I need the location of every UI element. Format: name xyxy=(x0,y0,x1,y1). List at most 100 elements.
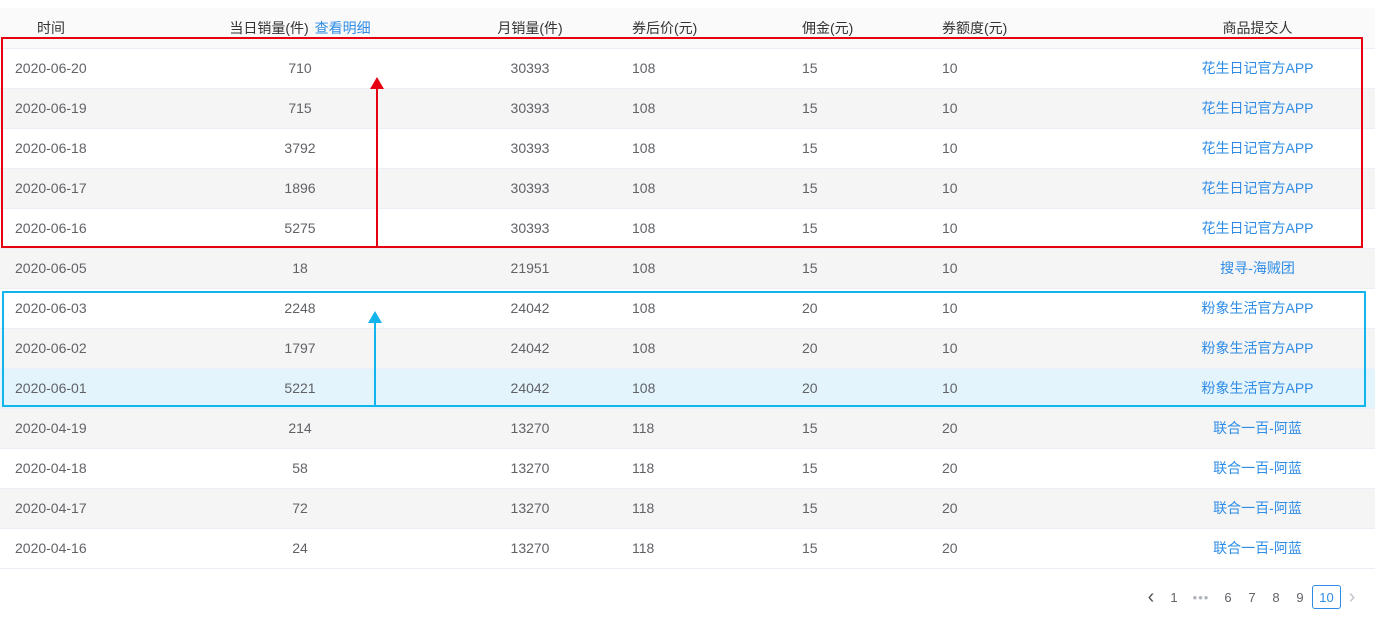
cell-date: 2020-04-18 xyxy=(0,448,170,489)
pagination: ‹ 1 ••• 6 7 8 9 10 › xyxy=(1140,585,1363,609)
cell-date: 2020-06-18 xyxy=(0,128,170,169)
cell-price: 118 xyxy=(630,488,800,529)
cell-daily-sales: 3792 xyxy=(170,128,430,169)
page-1[interactable]: 1 xyxy=(1162,585,1186,609)
cell-price: 118 xyxy=(630,528,800,569)
submitter-link[interactable]: 花生日记官方APP xyxy=(1201,60,1313,76)
cell-price: 108 xyxy=(630,88,800,129)
cell-coupon: 10 xyxy=(940,88,1140,129)
submitter-link[interactable]: 搜寻-海贼团 xyxy=(1220,260,1295,276)
cell-monthly-sales: 30393 xyxy=(430,88,630,129)
cell-date: 2020-04-19 xyxy=(0,408,170,449)
cell-date: 2020-06-05 xyxy=(0,248,170,289)
page-9[interactable]: 9 xyxy=(1288,585,1312,609)
submitter-link[interactable]: 粉象生活官方APP xyxy=(1201,380,1313,396)
cell-submitter: 花生日记官方APP xyxy=(1140,168,1375,209)
submitter-link[interactable]: 粉象生活官方APP xyxy=(1201,300,1313,316)
cell-monthly-sales: 30393 xyxy=(430,168,630,209)
cell-monthly-sales: 13270 xyxy=(430,408,630,449)
submitter-link[interactable]: 联合一百-阿蓝 xyxy=(1213,540,1302,556)
cell-price: 108 xyxy=(630,48,800,89)
cell-daily-sales: 715 xyxy=(170,88,430,129)
header-monthly-sales: 月销量(件) xyxy=(430,8,630,49)
cell-coupon: 10 xyxy=(940,288,1140,329)
table-row: 2020-06-03 2248 24042 108 20 10 粉象生活官方APP xyxy=(0,288,1375,329)
submitter-link[interactable]: 花生日记官方APP xyxy=(1201,180,1313,196)
cell-daily-sales: 58 xyxy=(170,448,430,489)
header-daily-sales: 当日销量(件) 查看明细 xyxy=(170,8,430,49)
cell-commission: 15 xyxy=(800,488,940,529)
header-date: 时间 xyxy=(0,8,170,49)
page-current[interactable]: 10 xyxy=(1312,585,1341,609)
cell-date: 2020-06-01 xyxy=(0,368,170,409)
submitter-link[interactable]: 联合一百-阿蓝 xyxy=(1213,500,1302,516)
table-row: 2020-06-01 5221 24042 108 20 10 粉象生活官方APP xyxy=(0,368,1375,409)
cell-monthly-sales: 21951 xyxy=(430,248,630,289)
cell-date: 2020-06-17 xyxy=(0,168,170,209)
cell-date: 2020-06-20 xyxy=(0,48,170,89)
cell-commission: 15 xyxy=(800,528,940,569)
table-body: 2020-06-20 710 30393 108 15 10 花生日记官方APP 2020-0… xyxy=(0,48,1375,569)
cell-coupon: 10 xyxy=(940,168,1140,209)
cell-submitter: 联合一百-阿蓝 xyxy=(1140,448,1375,489)
cell-coupon: 10 xyxy=(940,128,1140,169)
cell-date: 2020-06-02 xyxy=(0,328,170,369)
chevron-right-icon[interactable]: › xyxy=(1341,585,1363,609)
chevron-left-icon[interactable]: ‹ xyxy=(1140,585,1162,609)
header-daily-sales-label: 当日销量(件) xyxy=(229,19,309,36)
cell-coupon: 20 xyxy=(940,528,1140,569)
cell-monthly-sales: 30393 xyxy=(430,208,630,249)
page-7[interactable]: 7 xyxy=(1240,585,1264,609)
cell-commission: 15 xyxy=(800,168,940,209)
cell-price: 108 xyxy=(630,248,800,289)
cell-date: 2020-06-03 xyxy=(0,288,170,329)
table-row: 2020-06-17 1896 30393 108 15 10 花生日记官方APP xyxy=(0,168,1375,209)
table-row: 2020-06-18 3792 30393 108 15 10 花生日记官方APP xyxy=(0,128,1375,169)
cell-daily-sales: 2248 xyxy=(170,288,430,329)
cell-coupon: 10 xyxy=(940,368,1140,409)
cell-submitter: 联合一百-阿蓝 xyxy=(1140,528,1375,569)
submitter-link[interactable]: 花生日记官方APP xyxy=(1201,140,1313,156)
cell-submitter: 花生日记官方APP xyxy=(1140,208,1375,249)
cell-coupon: 20 xyxy=(940,488,1140,529)
cell-submitter: 花生日记官方APP xyxy=(1140,88,1375,129)
more-pages-icon[interactable]: ••• xyxy=(1186,585,1216,609)
cell-monthly-sales: 13270 xyxy=(430,448,630,489)
cell-commission: 20 xyxy=(800,328,940,369)
sales-table: 时间 当日销量(件) 查看明细 月销量(件) 券后价(元) 佣金(元) 券额度(元… xyxy=(0,8,1375,569)
submitter-link[interactable]: 花生日记官方APP xyxy=(1201,220,1313,236)
cell-commission: 15 xyxy=(800,128,940,169)
cell-monthly-sales: 24042 xyxy=(430,288,630,329)
submitter-link[interactable]: 花生日记官方APP xyxy=(1201,100,1313,116)
table-row: 2020-06-05 18 21951 108 15 10 搜寻-海贼团 xyxy=(0,248,1375,289)
page-8[interactable]: 8 xyxy=(1264,585,1288,609)
cell-commission: 15 xyxy=(800,408,940,449)
cell-daily-sales: 5221 xyxy=(170,368,430,409)
cell-submitter: 花生日记官方APP xyxy=(1140,128,1375,169)
cell-submitter: 粉象生活官方APP xyxy=(1140,328,1375,369)
cell-price: 108 xyxy=(630,208,800,249)
cell-coupon: 10 xyxy=(940,208,1140,249)
cell-submitter: 联合一百-阿蓝 xyxy=(1140,488,1375,529)
cell-price: 108 xyxy=(630,128,800,169)
header-commission: 佣金(元) xyxy=(800,8,940,49)
cell-date: 2020-04-16 xyxy=(0,528,170,569)
cell-daily-sales: 1896 xyxy=(170,168,430,209)
submitter-link[interactable]: 联合一百-阿蓝 xyxy=(1213,420,1302,436)
sales-detail-panel: 时间 当日销量(件) 查看明细 月销量(件) 券后价(元) 佣金(元) 券额度(元… xyxy=(0,0,1383,620)
cell-price: 108 xyxy=(630,168,800,209)
cell-commission: 15 xyxy=(800,248,940,289)
submitter-link[interactable]: 联合一百-阿蓝 xyxy=(1213,460,1302,476)
table-row: 2020-04-18 58 13270 118 15 20 联合一百-阿蓝 xyxy=(0,448,1375,489)
page-6[interactable]: 6 xyxy=(1216,585,1240,609)
cell-daily-sales: 18 xyxy=(170,248,430,289)
cell-commission: 15 xyxy=(800,88,940,129)
cell-daily-sales: 1797 xyxy=(170,328,430,369)
cell-coupon: 10 xyxy=(940,328,1140,369)
cell-coupon: 20 xyxy=(940,408,1140,449)
view-detail-link[interactable]: 查看明细 xyxy=(315,20,371,36)
submitter-link[interactable]: 粉象生活官方APP xyxy=(1201,340,1313,356)
cell-monthly-sales: 30393 xyxy=(430,48,630,89)
table-row: 2020-04-17 72 13270 118 15 20 联合一百-阿蓝 xyxy=(0,488,1375,529)
cell-coupon: 10 xyxy=(940,248,1140,289)
